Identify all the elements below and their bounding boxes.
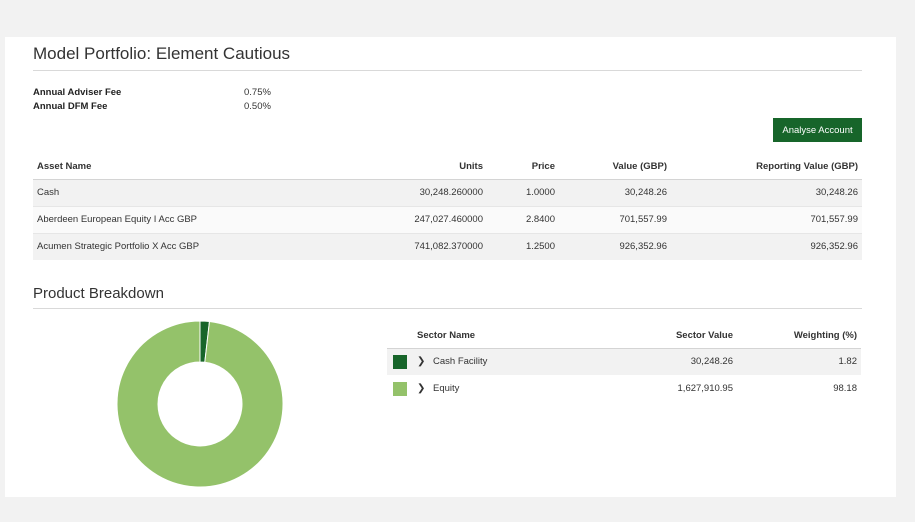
column-header-sector-value[interactable]: Sector Value: [527, 324, 737, 349]
column-header-value[interactable]: Value (GBP): [559, 155, 671, 180]
fee-label: Annual DFM Fee: [33, 100, 108, 112]
cell-units: 741,082.370000: [373, 233, 487, 260]
cell-reporting-value: 701,557.99: [671, 205, 862, 234]
portfolio-card: Model Portfolio: Element Cautious Annual…: [5, 37, 896, 497]
cell-asset-name: Aberdeen European Equity I Acc GBP: [33, 205, 373, 234]
sector-table: Sector Name Sector Value Weighting (%) ❯…: [387, 324, 861, 402]
cell-asset-name: Cash: [33, 179, 373, 206]
table-row[interactable]: Aberdeen European Equity I Acc GBP 247,0…: [33, 205, 862, 234]
fee-row-adviser: Annual Adviser Fee 0.75%: [33, 85, 271, 99]
fee-label: Annual Adviser Fee: [33, 86, 122, 98]
cell-price: 2.8400: [487, 205, 559, 234]
fees-block: Annual Adviser Fee 0.75% Annual DFM Fee …: [33, 85, 271, 113]
cell-value: 701,557.99: [559, 205, 671, 234]
sector-weighting: 98.18: [833, 383, 857, 394]
fee-value: 0.50%: [244, 100, 271, 112]
fee-value: 0.75%: [244, 86, 271, 98]
sector-donut-chart: [116, 320, 284, 488]
column-header-price[interactable]: Price: [487, 155, 559, 180]
legend-swatch-equity: [393, 381, 407, 396]
chevron-right-icon[interactable]: ❯: [417, 356, 429, 367]
breakdown-divider: [33, 308, 862, 309]
sector-weighting: 1.82: [737, 348, 861, 375]
chevron-right-icon[interactable]: ❯: [417, 383, 429, 394]
cell-value: 30,248.26: [559, 179, 671, 206]
holdings-header-row: Asset Name Units Price Value (GBP) Repor…: [33, 155, 862, 180]
cell-reporting-value: 926,352.96: [671, 233, 862, 260]
cell-units: 30,248.260000: [373, 179, 487, 206]
column-header-units[interactable]: Units: [373, 155, 487, 180]
cell-asset-name: Acumen Strategic Portfolio X Acc GBP: [33, 233, 373, 260]
column-header-asset-name[interactable]: Asset Name: [33, 155, 373, 180]
sector-row-equity[interactable]: ❯ Equity 1,627,910.95 98.18: [387, 375, 861, 402]
sector-value: 1,627,910.95: [677, 383, 733, 394]
analyse-account-button[interactable]: Analyse Account: [773, 118, 862, 142]
cell-price: 1.2500: [487, 233, 559, 260]
sector-name: Equity: [433, 383, 460, 394]
cell-reporting-value: 30,248.26: [671, 179, 862, 206]
product-breakdown-title: Product Breakdown: [33, 285, 164, 302]
sector-value: 30,248.26: [527, 348, 737, 375]
sector-row-cash-facility[interactable]: ❯ Cash Facility 30,248.26 1.82: [387, 348, 861, 375]
holdings-table: Asset Name Units Price Value (GBP) Repor…: [33, 155, 862, 260]
legend-swatch-cash: [393, 354, 407, 369]
table-row[interactable]: Acumen Strategic Portfolio X Acc GBP 741…: [33, 233, 862, 260]
cell-value: 926,352.96: [559, 233, 671, 260]
cell-units: 247,027.460000: [373, 205, 487, 234]
column-header-weighting[interactable]: Weighting (%): [737, 324, 861, 349]
sector-name: Cash Facility: [433, 356, 488, 368]
column-header-sector-name[interactable]: Sector Name: [417, 324, 527, 349]
donut-slice-equity[interactable]: [116, 320, 284, 488]
page-title: Model Portfolio: Element Cautious: [33, 44, 291, 63]
column-header-reporting-value[interactable]: Reporting Value (GBP): [671, 155, 862, 180]
title-divider: [33, 70, 862, 71]
sector-header-row: Sector Name Sector Value Weighting (%): [387, 324, 861, 349]
cell-price: 1.0000: [487, 179, 559, 206]
fee-row-dfm: Annual DFM Fee 0.50%: [33, 99, 271, 113]
table-row[interactable]: Cash 30,248.260000 1.0000 30,248.26 30,2…: [33, 179, 862, 206]
